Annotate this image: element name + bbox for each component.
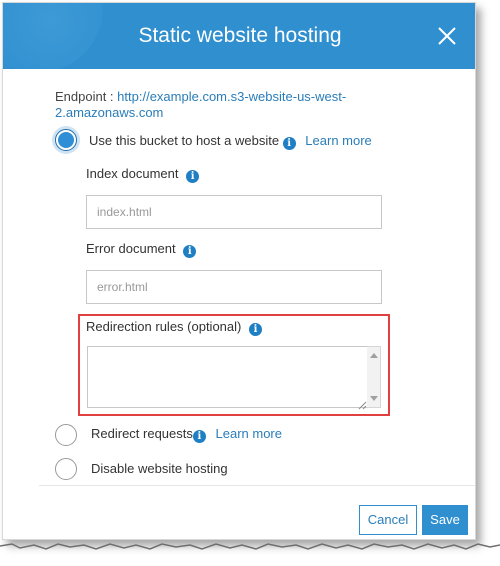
scroll-down-icon[interactable]	[370, 396, 378, 401]
error-document-field-label: Error document i	[86, 241, 197, 258]
info-icon[interactable]: i	[282, 137, 296, 150]
host-website-option: Use this bucket to host a website i Lear…	[89, 133, 372, 150]
resize-grip-icon[interactable]	[358, 397, 367, 410]
close-icon[interactable]	[435, 24, 459, 48]
redirect-requests-option: Redirect requests i Learn more	[91, 426, 282, 443]
footer-divider	[39, 485, 475, 486]
disable-hosting-radio[interactable]	[55, 458, 77, 480]
cancel-button[interactable]: Cancel	[359, 505, 417, 535]
redirect-requests-radio[interactable]	[55, 424, 77, 446]
save-button[interactable]: Save	[422, 505, 468, 535]
info-icon[interactable]: i	[248, 323, 262, 336]
host-website-label: Use this bucket to host a website	[89, 133, 280, 148]
redirection-rules-textarea[interactable]	[87, 346, 369, 408]
disable-hosting-label: Disable website hosting	[91, 461, 228, 476]
index-document-label: Index document	[86, 166, 179, 181]
error-document-input[interactable]	[86, 270, 382, 304]
index-document-input[interactable]	[86, 195, 382, 229]
info-icon[interactable]: i	[183, 245, 197, 258]
info-icon[interactable]: i	[186, 170, 200, 183]
redirection-rules-label: Redirection rules (optional)	[86, 319, 242, 334]
endpoint: Endpoint : http://example.com.s3-website…	[55, 89, 385, 121]
index-document-field-label: Index document i	[86, 166, 200, 183]
error-document-label: Error document	[86, 241, 176, 256]
learn-more-link[interactable]: Learn more	[305, 133, 371, 148]
dialog-title: Static website hosting	[138, 24, 342, 47]
static-website-hosting-dialog: Static website hosting Endpoint : http:/…	[2, 2, 476, 540]
endpoint-label: Endpoint :	[55, 89, 114, 104]
redirect-requests-label: Redirect requests	[91, 426, 193, 441]
learn-more-link[interactable]: Learn more	[216, 426, 282, 441]
torn-edge-decoration	[0, 543, 500, 550]
textarea-scrollbar[interactable]	[367, 346, 381, 408]
redirection-rules-field-label: Redirection rules (optional) i	[86, 319, 262, 336]
host-website-radio[interactable]	[55, 129, 77, 151]
info-icon[interactable]: i	[192, 430, 206, 443]
dialog-header: Static website hosting	[3, 3, 475, 69]
scroll-up-icon[interactable]	[370, 353, 378, 358]
